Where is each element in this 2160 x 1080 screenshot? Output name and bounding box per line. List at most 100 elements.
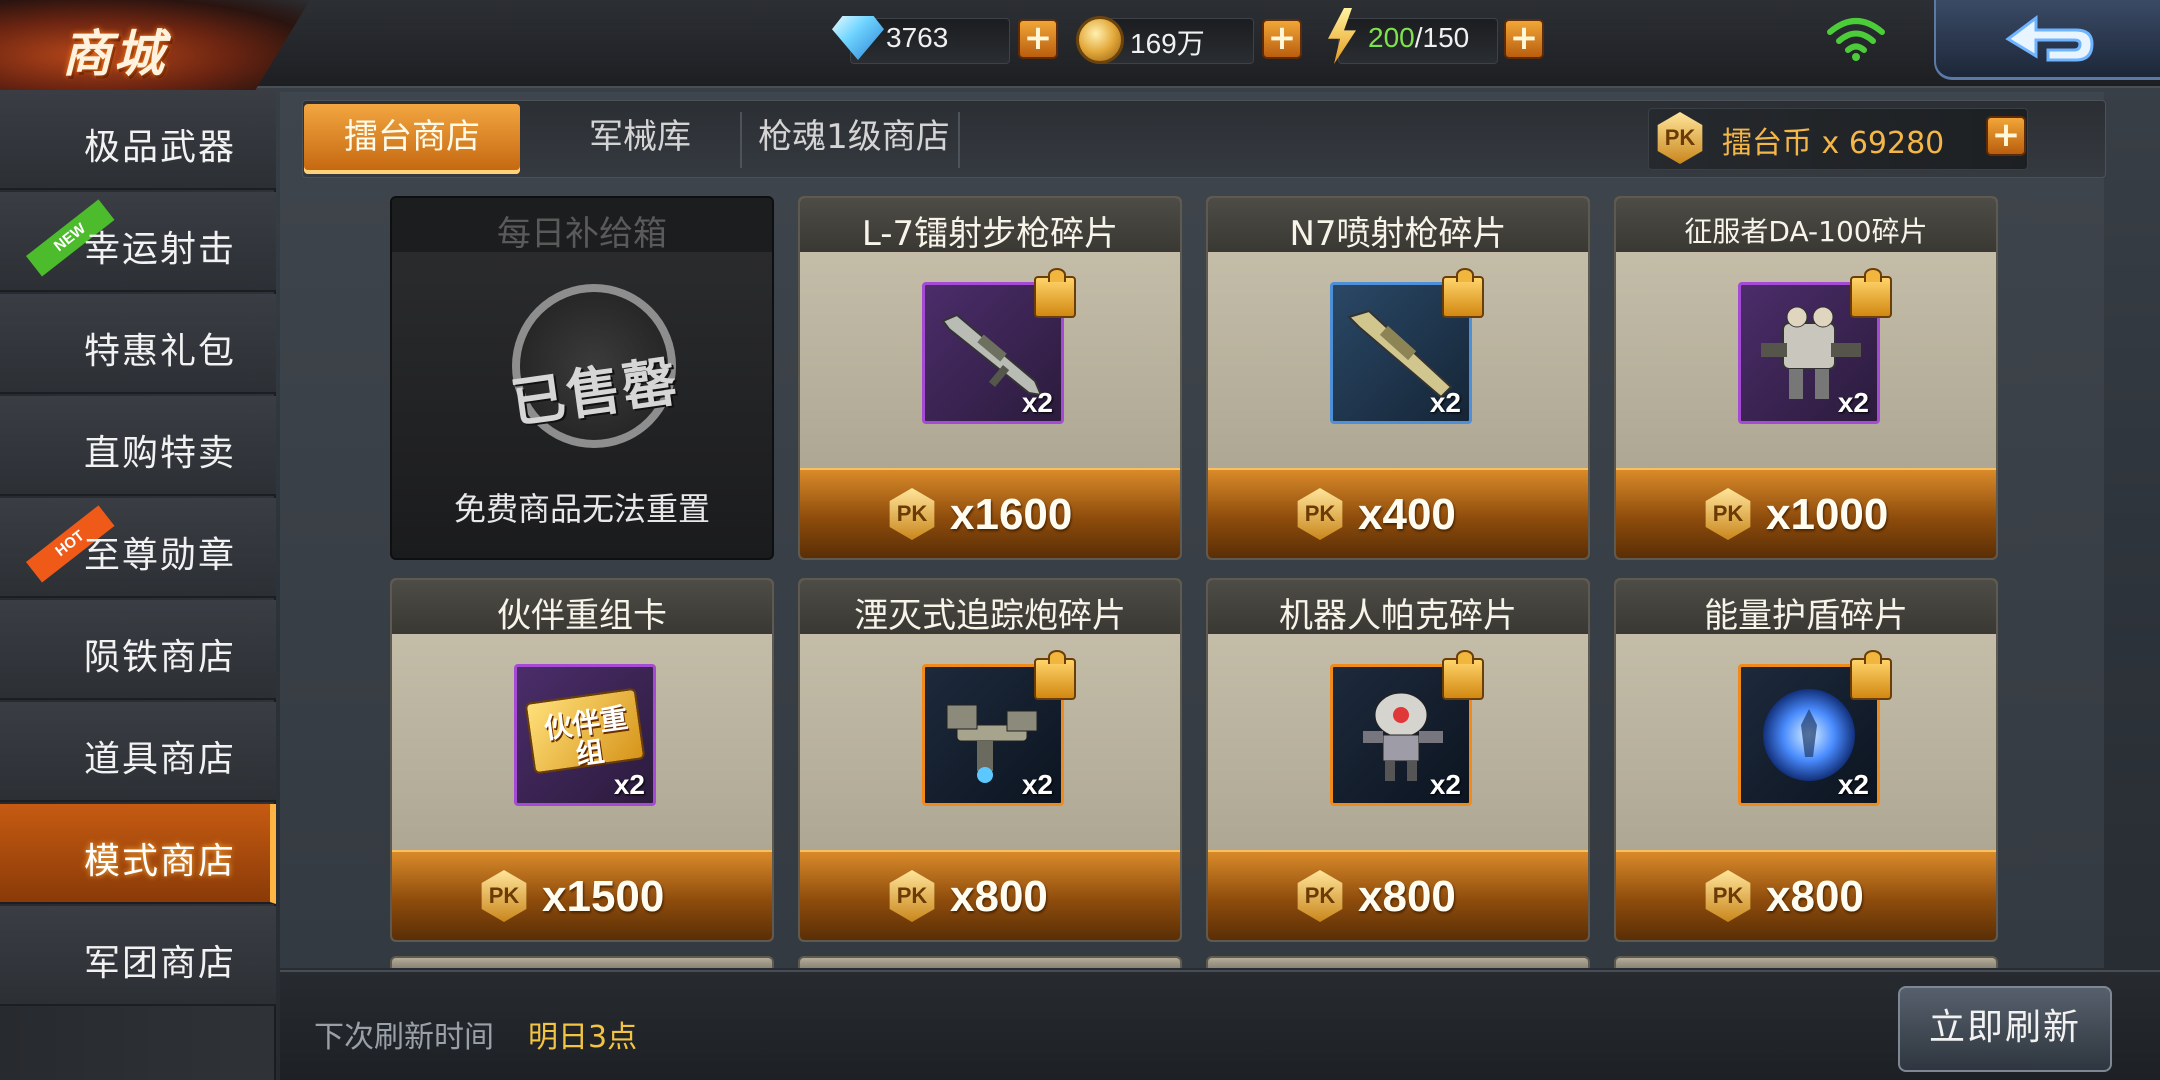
item-card-partner-reset-card[interactable]: 伙伴重组卡 伙伴重组 x2 PK x1500 bbox=[390, 578, 774, 942]
add-coins-button[interactable]: + bbox=[1262, 19, 1302, 59]
price-bar[interactable]: PK x1500 bbox=[392, 850, 772, 940]
item-title: 湮灭式追踪炮碎片 bbox=[854, 596, 1126, 636]
energy-value: 200/150 bbox=[1368, 22, 1469, 54]
item-card-n7-jet-gun[interactable]: N7喷射枪碎片 x2 PK x400 bbox=[1206, 196, 1590, 560]
fragment-puzzle-icon bbox=[1442, 650, 1484, 700]
add-diamonds-button[interactable]: + bbox=[1018, 19, 1058, 59]
tab-divider bbox=[958, 112, 960, 168]
diamond-value: 3763 bbox=[886, 22, 949, 53]
sidebar-item-supreme-medal[interactable]: HOT 至尊勋章 bbox=[0, 498, 276, 598]
sidebar-item-label: 模式商店 bbox=[84, 841, 237, 882]
sidebar-item-label: 至尊勋章 bbox=[84, 535, 237, 576]
wifi-icon bbox=[1827, 18, 1885, 61]
sidebar-item-label: 道具商店 bbox=[84, 739, 237, 780]
fragment-puzzle-icon bbox=[1850, 650, 1892, 700]
back-button[interactable] bbox=[1934, 0, 2160, 80]
item-title: 征服者DA-100碎片 bbox=[1684, 215, 1928, 248]
sidebar-item-direct-sale[interactable]: 直购特卖 bbox=[0, 396, 276, 496]
sidebar-item-label: 直购特卖 bbox=[84, 433, 237, 474]
price-bar[interactable]: PK x1000 bbox=[1616, 468, 1996, 558]
tab-arena-shop[interactable]: 擂台商店 bbox=[304, 104, 520, 174]
sidebar-item-mode-shop[interactable]: 模式商店 bbox=[0, 804, 276, 904]
refresh-now-button[interactable]: 立即刷新 bbox=[1898, 986, 2112, 1072]
sidebar-item-lucky-shot[interactable]: NEW 幸运射击 bbox=[0, 192, 276, 292]
item-quantity: x2 bbox=[1021, 387, 1053, 418]
item-quantity: x2 bbox=[1837, 387, 1869, 418]
item-quantity: x2 bbox=[1837, 769, 1869, 800]
sidebar-item-label: 幸运射击 bbox=[84, 229, 237, 270]
sidebar-item-meteorite-shop[interactable]: 陨铁商店 bbox=[0, 600, 276, 700]
price-bar[interactable]: PK x1600 bbox=[800, 468, 1180, 558]
item-card-stub bbox=[1614, 956, 1998, 968]
page-title: 商城 bbox=[62, 25, 166, 83]
item-card-stub bbox=[1206, 956, 1590, 968]
coin-icon bbox=[1076, 16, 1124, 64]
price-bar[interactable]: PK x800 bbox=[1616, 850, 1996, 940]
sidebar: 极品武器 NEW 幸运射击 特惠礼包 直购特卖 HOT 至尊勋章 陨铁商店 道具… bbox=[0, 90, 276, 1080]
arena-coin-balance: 擂台币 x 69280 bbox=[1722, 126, 1945, 161]
energy-current: 200 bbox=[1368, 22, 1415, 53]
fragment-puzzle-icon bbox=[1034, 650, 1076, 700]
ticket-card-icon: 伙伴重组 bbox=[524, 687, 646, 775]
item-quantity: x2 bbox=[1429, 387, 1461, 418]
sidebar-item-premium-weapons[interactable]: 极品武器 bbox=[0, 90, 276, 190]
item-icon-frame: 伙伴重组 x2 bbox=[514, 664, 656, 806]
fragment-puzzle-icon bbox=[1034, 268, 1076, 318]
item-card-stub bbox=[390, 956, 774, 968]
sidebar-item-label: 陨铁商店 bbox=[84, 637, 237, 678]
item-quantity: x2 bbox=[1429, 769, 1461, 800]
pk-coin-icon: PK bbox=[1705, 870, 1751, 922]
tab-divider bbox=[740, 112, 742, 168]
pk-coin-icon: PK bbox=[889, 870, 935, 922]
pk-coin-icon: PK bbox=[1297, 488, 1343, 540]
sidebar-item-label: 军团商店 bbox=[84, 943, 237, 984]
add-arena-coin-button[interactable]: + bbox=[1986, 116, 2026, 156]
sidebar-item-special-packs[interactable]: 特惠礼包 bbox=[0, 294, 276, 394]
fragment-puzzle-icon bbox=[1442, 268, 1484, 318]
tab-armory[interactable]: 军械库 bbox=[540, 104, 740, 174]
pk-coin-icon: PK bbox=[1705, 488, 1751, 540]
item-card-l7-laser-rifle[interactable]: L-7镭射步枪碎片 x2 PK x1600 bbox=[798, 196, 1182, 560]
item-title: 伙伴重组卡 bbox=[497, 596, 667, 636]
item-card-stub bbox=[798, 956, 1182, 968]
free-item-note: 免费商品无法重置 bbox=[453, 490, 710, 528]
item-price: x1500 bbox=[542, 872, 665, 921]
back-arrow-icon bbox=[2005, 15, 2094, 62]
item-price: x800 bbox=[1766, 872, 1864, 921]
tab-gun-soul-shop[interactable]: 枪魂1级商店 bbox=[744, 104, 964, 174]
pk-coin-icon: PK bbox=[481, 870, 527, 922]
item-quantity: x2 bbox=[1021, 769, 1053, 800]
item-quantity: x2 bbox=[613, 769, 645, 800]
pk-coin-icon: PK bbox=[1297, 870, 1343, 922]
item-title: L-7镭射步枪碎片 bbox=[861, 214, 1119, 254]
next-refresh-label: 下次刷新时间 bbox=[314, 1020, 494, 1055]
sidebar-item-legion-shop[interactable]: 军团商店 bbox=[0, 906, 276, 1006]
item-card-robot-parker[interactable]: 机器人帕克碎片 x2 PK x800 bbox=[1206, 578, 1590, 942]
item-card-annihilation-tracking-cannon[interactable]: 湮灭式追踪炮碎片 x2 PK x800 bbox=[798, 578, 1182, 942]
item-price: x400 bbox=[1358, 490, 1456, 539]
next-refresh-time: 明日3点 bbox=[528, 1020, 638, 1055]
sidebar-item-label: 极品武器 bbox=[84, 127, 237, 168]
item-price: x800 bbox=[950, 872, 1048, 921]
sidebar-item-item-shop[interactable]: 道具商店 bbox=[0, 702, 276, 802]
item-price: x1000 bbox=[1766, 490, 1889, 539]
add-energy-button[interactable]: + bbox=[1504, 19, 1544, 59]
fragment-puzzle-icon bbox=[1850, 268, 1892, 318]
pk-coin-icon: PK bbox=[889, 488, 935, 540]
coin-value: 169万 bbox=[1130, 28, 1205, 59]
ticket-card-text: 伙伴重组 bbox=[542, 701, 630, 772]
item-card-conqueror-da100[interactable]: 征服者DA-100碎片 x2 PK x1000 bbox=[1614, 196, 1998, 560]
item-title: 能量护盾碎片 bbox=[1704, 596, 1908, 636]
price-bar[interactable]: PK x800 bbox=[1208, 850, 1588, 940]
item-card-daily-supply[interactable]: 每日补给箱 已售罄 免费商品无法重置 bbox=[390, 196, 774, 560]
item-price: x1600 bbox=[950, 490, 1073, 539]
energy-max: /150 bbox=[1414, 22, 1470, 53]
price-bar[interactable]: PK x800 bbox=[800, 850, 1180, 940]
sidebar-item-label: 特惠礼包 bbox=[84, 331, 237, 372]
price-bar[interactable]: PK x400 bbox=[1208, 468, 1588, 558]
item-card-energy-shield[interactable]: 能量护盾碎片 x2 PK x800 bbox=[1614, 578, 1998, 942]
item-title: 每日补给箱 bbox=[497, 214, 667, 254]
item-title: 机器人帕克碎片 bbox=[1279, 596, 1517, 636]
item-price: x800 bbox=[1358, 872, 1456, 921]
item-title: N7喷射枪碎片 bbox=[1289, 214, 1507, 254]
